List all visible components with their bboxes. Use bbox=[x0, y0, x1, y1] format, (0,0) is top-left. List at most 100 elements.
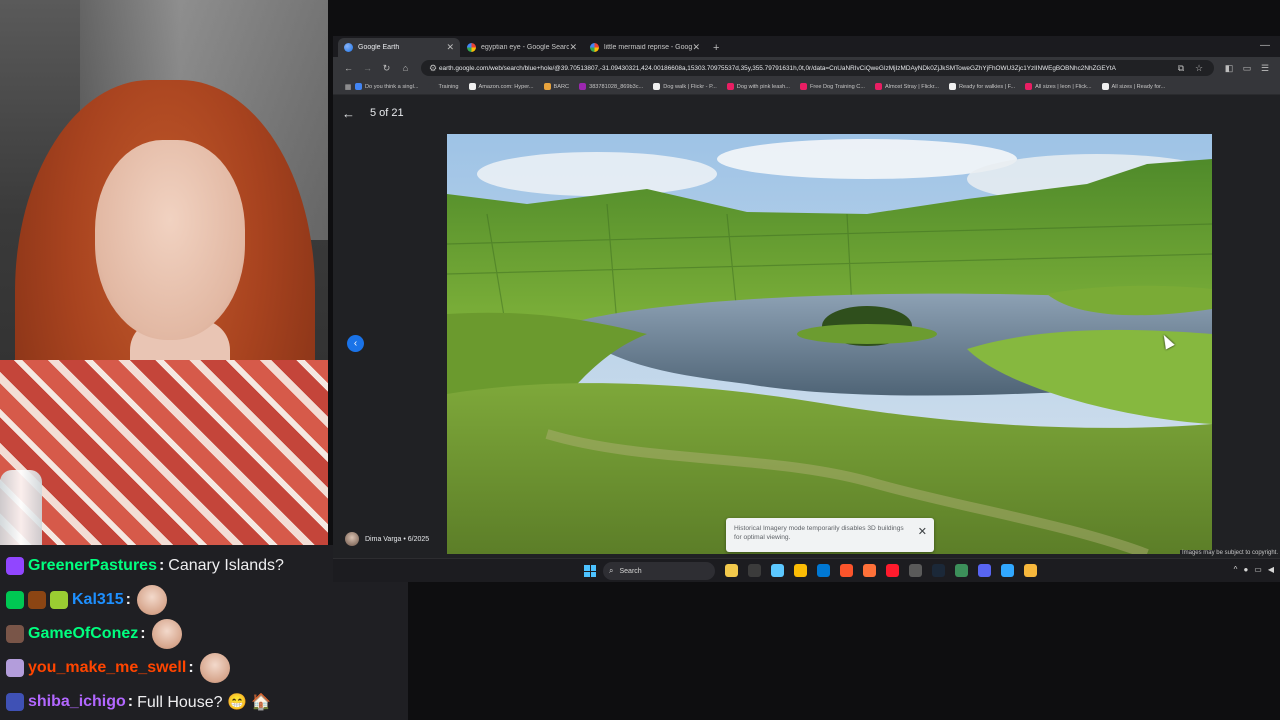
apps-grid-icon[interactable]: ▦ bbox=[341, 83, 355, 91]
chat-badge-icon bbox=[28, 591, 46, 609]
close-icon[interactable]: ✕ bbox=[692, 42, 700, 53]
system-tray: ^ ● ▭ ◀ bbox=[1234, 565, 1274, 574]
chat-text: Full House? 😁 🏠 bbox=[137, 694, 272, 711]
opera-icon[interactable] bbox=[886, 564, 899, 577]
chat-colon: : bbox=[127, 693, 134, 710]
bookmark-item[interactable]: BARC bbox=[543, 83, 570, 90]
site-info-icon[interactable]: ⚙ bbox=[427, 63, 439, 74]
bookmark-item[interactable]: Dog walk | Flickr - P... bbox=[653, 83, 717, 90]
bookmark-favicon-icon bbox=[1101, 83, 1109, 90]
image-counter: 5 of 21 bbox=[370, 107, 404, 119]
chat-colon: : bbox=[140, 625, 146, 642]
chrome-dev-icon[interactable] bbox=[955, 564, 968, 577]
chat-emote-icon bbox=[136, 585, 167, 615]
chat-username: GreenerPastures bbox=[28, 557, 157, 574]
bookmark-item[interactable]: All sizes | leon | Flick... bbox=[1025, 83, 1092, 90]
chat-badge-icon bbox=[6, 625, 24, 643]
firefox-icon[interactable] bbox=[863, 564, 876, 577]
new-tab-button[interactable]: + bbox=[713, 42, 719, 54]
close-icon[interactable]: ✕ bbox=[918, 527, 927, 538]
bookmark-label: Do you think a singl... bbox=[365, 83, 419, 90]
steam-icon[interactable] bbox=[932, 564, 945, 577]
back-arrow-icon[interactable]: ← bbox=[342, 106, 355, 121]
edge-icon[interactable] bbox=[817, 564, 830, 577]
photoshop-icon[interactable] bbox=[1001, 564, 1014, 577]
address-bar[interactable]: ⚙ earth.google.com/web/search/blue+hole/… bbox=[421, 60, 1214, 76]
bookmark-item[interactable]: Free Dog Training C... bbox=[799, 83, 865, 90]
brave-icon[interactable] bbox=[840, 564, 853, 577]
close-icon[interactable]: ✕ bbox=[446, 42, 454, 53]
chat-colon: : bbox=[188, 659, 194, 676]
install-icon[interactable]: ⧉ bbox=[1172, 63, 1190, 74]
discord-icon[interactable] bbox=[978, 564, 991, 577]
tab-google-earth[interactable]: Google Earth ✕ bbox=[338, 38, 460, 57]
historical-imagery-toast: Historical Imagery mode temporarily disa… bbox=[726, 518, 934, 552]
profile-icon[interactable]: ☰ bbox=[1256, 63, 1274, 74]
search-icon: ⌕ bbox=[609, 566, 614, 575]
bookmark-item[interactable]: Ready for walkies | F... bbox=[948, 83, 1016, 90]
taskbar-search-label: Search bbox=[619, 567, 642, 575]
chevron-up-icon[interactable]: ^ bbox=[1234, 565, 1238, 574]
chrome-canary-icon[interactable] bbox=[1024, 564, 1037, 577]
credit-text: Dima Varga • 6/2025 bbox=[365, 535, 430, 543]
back-icon[interactable]: ← bbox=[339, 63, 358, 73]
chat-message: GameOfConez: bbox=[6, 617, 402, 651]
taskbar-search[interactable]: ⌕ Search bbox=[603, 562, 715, 580]
windows-taskbar: ⌕ Search ^ ● ▭ ◀ bbox=[333, 558, 1280, 582]
previous-image-button[interactable]: ‹ bbox=[347, 335, 364, 352]
copilot-icon[interactable] bbox=[771, 564, 784, 577]
tab-title: little mermaid reprise - Googl bbox=[604, 44, 693, 51]
bookmark-label: Almost Stray | Flickr... bbox=[884, 83, 939, 90]
windows-start-icon[interactable] bbox=[584, 565, 596, 577]
chat-colon: : bbox=[125, 591, 131, 608]
browser-toolbar: ← → ↻ ⌂ ⚙ earth.google.com/web/search/bl… bbox=[333, 57, 1280, 79]
stream-layout: GreenerPastures: Canary Islands? Kal315: Ga… bbox=[0, 0, 1280, 720]
tab-egyptian-eye[interactable]: egyptian eye - Google Search ✕ bbox=[461, 38, 583, 57]
bookmark-item[interactable]: All sizes | Ready for... bbox=[1101, 83, 1165, 90]
close-icon[interactable]: ✕ bbox=[569, 42, 577, 53]
chat-badge-icon bbox=[6, 591, 24, 609]
store-icon[interactable] bbox=[748, 564, 761, 577]
bookmark-item[interactable]: Dog with pink leash... bbox=[726, 83, 790, 90]
microphone-icon[interactable]: ● bbox=[1243, 565, 1248, 574]
photo-credit[interactable]: Dima Varga • 6/2025 bbox=[345, 532, 429, 546]
bookmark-star-icon[interactable]: ☆ bbox=[1190, 63, 1208, 74]
bookmark-label: BARC bbox=[553, 83, 570, 90]
obs-icon[interactable] bbox=[909, 564, 922, 577]
bookmark-item[interactable]: Amazon.com: Hyper... bbox=[468, 83, 534, 90]
bookmark-favicon-icon bbox=[653, 83, 661, 90]
image-viewer: ← 5 of 21 ‹ Dima Varga • 6/2025 Images m… bbox=[333, 96, 1280, 558]
bookmark-favicon-icon bbox=[726, 83, 734, 90]
forward-icon[interactable]: → bbox=[358, 63, 377, 73]
browser-window: Google Earth ✕ egyptian eye - Google Sea… bbox=[333, 36, 1280, 582]
landscape-photo[interactable] bbox=[447, 134, 1212, 554]
chat-badge-icon bbox=[6, 659, 24, 677]
extensions-icon[interactable]: ◧ bbox=[1220, 63, 1238, 74]
bookmark-item[interactable]: Almost Stray | Flickr... bbox=[874, 83, 939, 90]
home-icon[interactable]: ⌂ bbox=[396, 63, 415, 73]
bookmark-favicon-icon bbox=[468, 83, 476, 90]
tab-little-mermaid[interactable]: little mermaid reprise - Googl ✕ bbox=[584, 38, 706, 57]
bookmark-favicon-icon bbox=[355, 83, 362, 90]
network-icon[interactable]: ▭ bbox=[1254, 565, 1262, 574]
chat-message: Kal315: bbox=[6, 583, 402, 617]
side-panel-icon[interactable]: ▭ bbox=[1238, 63, 1256, 74]
chat-username: Kal315 bbox=[72, 591, 124, 608]
minimize-icon[interactable]: — bbox=[1260, 40, 1270, 51]
bookmark-label: Ready for walkies | F... bbox=[958, 83, 1016, 90]
bookmark-item[interactable]: Do you think a singl... bbox=[355, 83, 418, 90]
bookmark-favicon-icon bbox=[799, 83, 807, 90]
bookmark-item[interactable]: 383781028_869b3c... bbox=[579, 83, 643, 90]
volume-icon[interactable]: ◀ bbox=[1268, 565, 1274, 574]
bookmarks-bar: ▦ Do you think a singl... Training Amazon.… bbox=[333, 79, 1280, 95]
chrome-icon[interactable] bbox=[794, 564, 807, 577]
google-icon bbox=[467, 43, 476, 52]
crater-lake-image bbox=[447, 134, 1212, 554]
bookmark-favicon-icon bbox=[948, 83, 956, 90]
bookmark-item[interactable]: Training bbox=[428, 83, 459, 90]
file-explorer-icon[interactable] bbox=[725, 564, 738, 577]
bookmark-favicon-icon bbox=[428, 83, 436, 90]
tab-title: Google Earth bbox=[358, 44, 400, 51]
bookmark-label: Amazon.com: Hyper... bbox=[478, 83, 534, 90]
reload-icon[interactable]: ↻ bbox=[377, 63, 396, 74]
